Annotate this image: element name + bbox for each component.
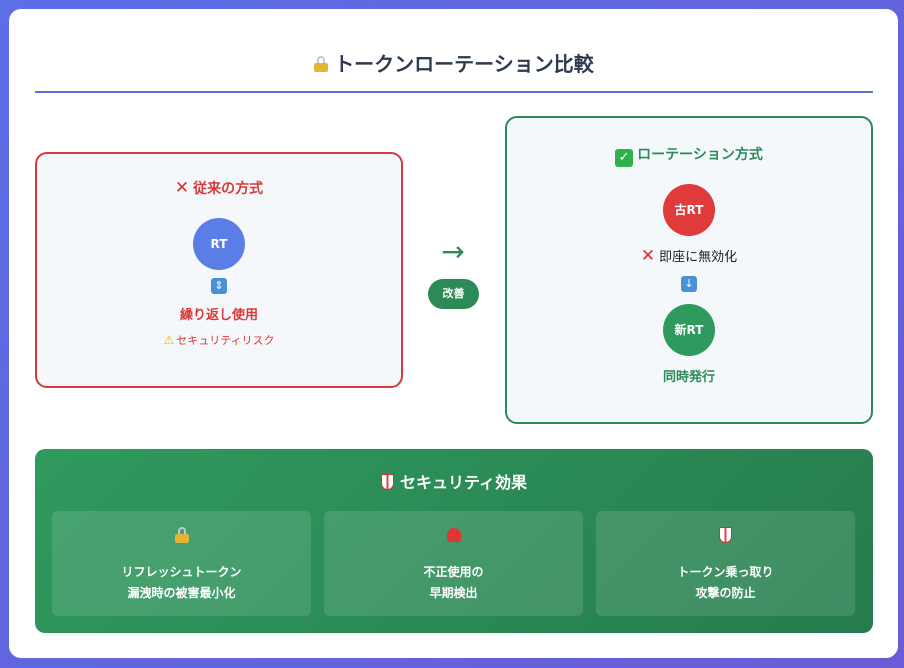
siren-icon	[446, 528, 461, 542]
new-method-heading: ✓ ローテーション方式	[507, 144, 871, 167]
new-rt-circle: 新RT	[663, 304, 715, 356]
shield-icon	[380, 474, 394, 490]
main-card: トークンローテーション比較 ✕ 従来の方式 RT ⇕ 繰り返し使用 ⚠ セキュリティ…	[9, 9, 898, 658]
right-arrow-icon: →	[441, 235, 465, 268]
effect-line1: 不正使用の	[423, 565, 484, 579]
cross-icon: ✕	[640, 246, 656, 266]
risk-label: ⚠ セキュリティリスク	[163, 333, 275, 347]
effect-line2: 漏洩時の被害最小化	[127, 586, 236, 600]
old-rt-circle: 古RT	[663, 184, 715, 236]
warning-icon: ⚠	[163, 333, 175, 347]
new-method-box: ✓ ローテーション方式 古RT ✕ 即座に無効化 ↓ 新RT 同時発行	[505, 116, 873, 424]
checkmark-icon: ✓	[615, 149, 634, 167]
lock-icon	[314, 56, 329, 72]
effect-line2: 早期検出	[429, 586, 478, 600]
improvement-badge: 改善	[428, 279, 479, 309]
lock-icon	[174, 527, 189, 543]
effect-line1: リフレッシュトークン	[121, 565, 242, 579]
security-effects-panel: セキュリティ効果 リフレッシュトークン 漏洩時の被害最小化 不正使用の 早期検出…	[35, 449, 873, 633]
effect-card-leak: リフレッシュトークン 漏洩時の被害最小化	[52, 511, 311, 616]
issue-label: 同時発行	[662, 370, 715, 385]
rt-token-circle: RT	[193, 218, 245, 270]
down-arrow-icon: ↓	[681, 276, 697, 292]
invalidate-label: ✕ 即座に無効化	[640, 246, 738, 266]
old-method-box: ✕ 従来の方式 RT ⇕ 繰り返し使用 ⚠ セキュリティリスク	[35, 152, 403, 388]
reuse-label: 繰り返し使用	[179, 308, 258, 323]
effect-line2: 攻撃の防止	[695, 586, 756, 600]
page-title: トークンローテーション比較	[35, 49, 873, 93]
shield-icon	[719, 527, 732, 543]
effect-line1: トークン乗っ取り	[677, 565, 774, 579]
effect-card-hijack: トークン乗っ取り 攻撃の防止	[596, 511, 855, 616]
effect-card-detection: 不正使用の 早期検出	[324, 511, 583, 616]
cross-icon: ✕	[174, 178, 190, 198]
up-down-arrow-icon: ⇕	[211, 278, 227, 294]
effects-heading: セキュリティ効果	[35, 469, 873, 493]
old-method-heading: ✕ 従来の方式	[174, 178, 264, 198]
